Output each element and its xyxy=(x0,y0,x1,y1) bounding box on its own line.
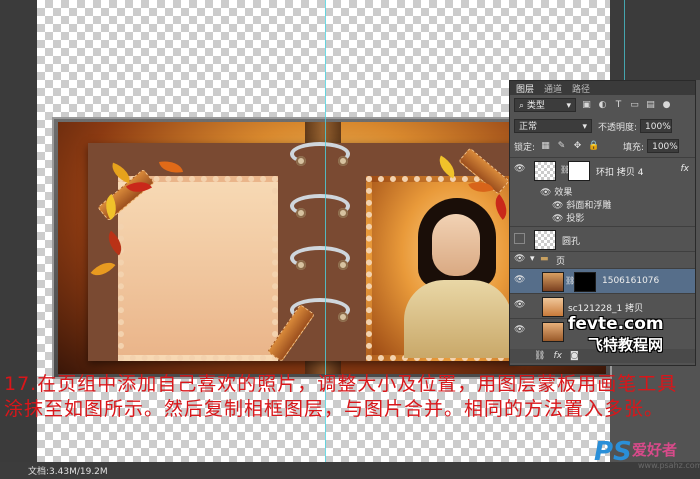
folder-icon: ▬ xyxy=(540,254,549,264)
layer-thumbnail xyxy=(542,322,564,342)
eye-icon[interactable]: 👁 xyxy=(514,164,525,175)
layer-name: 环扣 拷贝 4 xyxy=(596,168,644,178)
tab-channels[interactable]: 通道 xyxy=(544,82,562,95)
chevron-down-icon: ▾ xyxy=(566,101,571,111)
lock-position-icon[interactable]: ✥ xyxy=(572,141,583,152)
ring-hole xyxy=(338,312,348,322)
ps-url: www.psahz.com xyxy=(638,461,700,470)
eye-icon[interactable]: 👁 xyxy=(514,254,525,265)
tab-layers[interactable]: 图层 xyxy=(516,82,534,95)
blend-mode-value: 正常 xyxy=(519,122,538,132)
portrait-face xyxy=(432,214,480,276)
fill-label: 填充: xyxy=(623,142,645,153)
ring-hole xyxy=(296,260,306,270)
link-layers-icon[interactable]: ⛓ xyxy=(534,351,545,361)
left-stamp-frame xyxy=(118,176,278,361)
text-filter-icon[interactable]: T xyxy=(613,100,624,111)
layer-mask-thumbnail xyxy=(574,272,596,292)
effect-name: 斜面和浮雕 xyxy=(566,201,612,211)
ps-mark: PS xyxy=(594,437,632,467)
search-icon: ⌕ xyxy=(519,101,525,111)
fevte-cn-watermark: 飞特教程网 xyxy=(588,336,664,354)
add-mask-icon[interactable]: ◙ xyxy=(570,351,579,361)
group-row[interactable]: 👁 ▾ ▬ 页 xyxy=(510,251,695,268)
eye-icon[interactable]: 👁 xyxy=(552,214,563,224)
adjustment-filter-icon[interactable]: ◐ xyxy=(597,100,608,111)
effects-group[interactable]: 👁 效果 xyxy=(540,185,572,198)
fevte-watermark: fevte.com xyxy=(568,314,664,334)
filter-toggle-icon[interactable]: ● xyxy=(661,100,672,111)
eye-icon[interactable]: 👁 xyxy=(552,201,563,211)
instruction-text: 17.在页组中添加自己喜欢的照片，调整大小及位置，用图层蒙板用画笔工具涂抹至如图… xyxy=(4,373,678,420)
ring-hole xyxy=(338,156,348,166)
lock-paint-icon[interactable]: ✎ xyxy=(556,141,567,152)
eye-icon[interactable]: 👁 xyxy=(514,325,525,336)
effect-drop-shadow[interactable]: 👁 投影 xyxy=(552,211,584,224)
group-name: 页 xyxy=(556,257,566,267)
layer-thumbnail xyxy=(534,161,556,181)
layer-mask-thumbnail xyxy=(568,161,590,181)
ring-hole xyxy=(338,260,348,270)
ring-hole xyxy=(296,156,306,166)
portrait-body xyxy=(404,280,512,358)
effect-name: 投影 xyxy=(566,214,585,224)
lock-label: 锁定: xyxy=(514,142,536,153)
ps-logo: PS 爱好者 www.psahz.com xyxy=(594,437,700,473)
eye-icon[interactable]: 👁 xyxy=(514,300,525,311)
ring-hole xyxy=(338,208,348,218)
layer-row-selected[interactable]: 👁 ⛓ 1506161076 xyxy=(510,268,695,294)
effects-label: 效果 xyxy=(554,188,573,198)
visibility-off-icon[interactable] xyxy=(514,233,525,244)
chevron-down-icon[interactable]: ▾ xyxy=(530,254,535,264)
lock-transparent-icon[interactable]: ▦ xyxy=(540,141,551,152)
filter-kind-select[interactable]: ⌕ 类型 ▾ xyxy=(514,98,576,112)
opacity-input[interactable]: 100% xyxy=(640,119,673,133)
lock-all-icon[interactable]: 🔒 xyxy=(588,141,599,152)
layer-thumbnail xyxy=(542,272,564,292)
eye-icon[interactable]: 👁 xyxy=(514,275,525,286)
image-filter-icon[interactable]: ▣ xyxy=(581,100,592,111)
tab-paths[interactable]: 路径 xyxy=(572,82,590,95)
layer-thumbnail xyxy=(534,230,556,250)
fill-input[interactable]: 100% xyxy=(647,139,680,153)
ring-hole xyxy=(296,208,306,218)
chevron-down-icon: ▾ xyxy=(582,122,587,132)
ps-cn-text: 爱好者 xyxy=(632,441,678,459)
eye-icon[interactable]: 👁 xyxy=(540,188,551,198)
blend-row: 正常 ▾ 不透明度: 100% xyxy=(510,119,695,133)
layer-thumbnail xyxy=(542,297,564,317)
effect-bevel-emboss[interactable]: 👁 斜面和浮雕 xyxy=(552,198,611,211)
document-size: 文档:3.43M/19.2M xyxy=(28,467,108,477)
blend-mode-select[interactable]: 正常 ▾ xyxy=(514,119,592,133)
smart-object-filter-icon[interactable]: ▤ xyxy=(645,100,656,111)
panel-tabs: 图层 通道 路径 xyxy=(510,81,695,95)
layer-row[interactable]: 👁 ⛓ 环扣 拷贝 4 fx xyxy=(510,157,695,183)
filter-row: ⌕ 类型 ▾ ▣ ◐ T ▭ ▤ ● xyxy=(510,98,695,112)
layer-effects-icon[interactable]: fx xyxy=(681,164,690,174)
layer-name: 1506161076 xyxy=(602,276,660,286)
opacity-label: 不透明度: xyxy=(598,122,638,133)
layer-name: 圆孔 xyxy=(562,237,581,247)
lock-row: 锁定: ▦ ✎ ✥ 🔒 填充: 100% xyxy=(510,139,695,153)
layer-row[interactable]: 圆孔 xyxy=(510,226,695,252)
shape-filter-icon[interactable]: ▭ xyxy=(629,100,640,111)
layer-name: sc121228_1 拷贝 xyxy=(568,304,644,314)
add-style-icon[interactable]: fx xyxy=(553,351,562,361)
filter-kind-value: 类型 xyxy=(526,101,545,111)
